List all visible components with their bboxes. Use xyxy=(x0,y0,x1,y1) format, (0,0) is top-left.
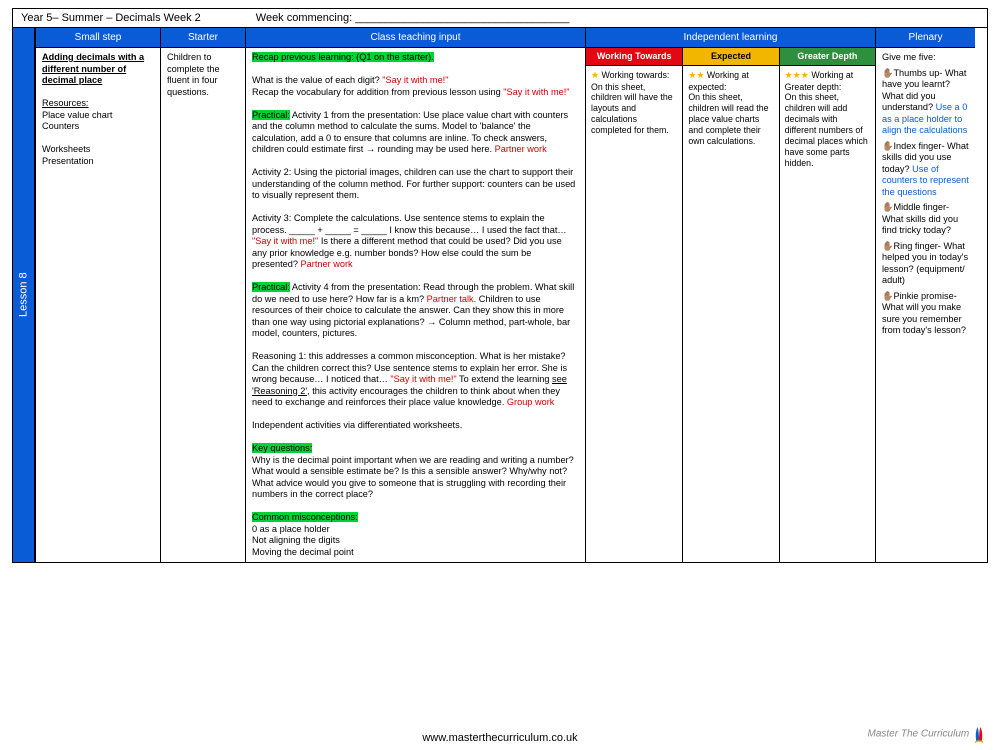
plenary-title: Give me five: xyxy=(882,52,969,64)
say-it-with-me: "Say it with me!" xyxy=(382,75,448,85)
gd-text: On this sheet, children will add decimal… xyxy=(785,92,868,168)
plenary-prompt: ✋🏽Ring finger- What helped you in today'… xyxy=(882,241,969,287)
col-smallstep: Small step xyxy=(35,28,160,48)
brand-watermark: Master The Curriculum xyxy=(868,724,986,744)
plenary-prompt: ✋🏽Middle finger- What skills did you fin… xyxy=(882,202,969,237)
misconception: Not aligning the digits xyxy=(252,535,579,547)
plenary-prompt: ✋🏽Pinkie promise- What will you make sur… xyxy=(882,291,969,337)
week-commencing: Week commencing: _______________________… xyxy=(256,12,570,24)
resource-item: Worksheets xyxy=(42,144,154,156)
resource-item: Presentation xyxy=(42,156,154,168)
key-questions: Why is the decimal point important when … xyxy=(252,455,579,501)
columns-grid: Small step Starter Class teaching input … xyxy=(35,28,987,562)
working-towards-head: Working Towards xyxy=(586,48,682,66)
document-header: Year 5– Summer – Decimals Week 2 Week co… xyxy=(13,9,987,28)
resource-item: Place value chart xyxy=(42,110,154,122)
practical-label: Practical: xyxy=(252,110,290,120)
independent-cell: Working Towards Expected Greater Depth ★… xyxy=(585,48,875,562)
teaching-text: Activity 3: Complete the calculations. U… xyxy=(252,213,567,235)
step-title: Adding decimals with a different number … xyxy=(42,52,154,87)
differentiation-grid: Working Towards Expected Greater Depth ★… xyxy=(586,48,875,562)
greater-depth-cell: ★★★ Working at Greater depth: On this sh… xyxy=(779,66,875,562)
resource-item: Counters xyxy=(42,121,154,133)
partner-work: Partner work xyxy=(495,144,547,154)
group-work: Group work xyxy=(507,397,555,407)
brand-text: Master The Curriculum xyxy=(868,729,970,740)
misconception: Moving the decimal point xyxy=(252,547,579,559)
star-icon: ★ xyxy=(591,70,599,80)
misconceptions-label: Common misconceptions: xyxy=(252,512,358,522)
teaching-cell: Recap previous learning: (Q1 on the star… xyxy=(245,48,585,562)
lesson-plan: Year 5– Summer – Decimals Week 2 Week co… xyxy=(12,8,988,563)
col-plenary: Plenary xyxy=(875,28,975,48)
teaching-text: Recap the vocabulary for addition from p… xyxy=(252,87,503,97)
wt-intro: Working towards: xyxy=(599,70,669,80)
partner-work: Partner work xyxy=(301,259,353,269)
plenary-cell: Give me five: ✋🏽Thumbs up- What have you… xyxy=(875,48,975,562)
teaching-text: What is the value of each digit? xyxy=(252,75,382,85)
term-title: Year 5– Summer – Decimals Week 2 xyxy=(21,12,201,24)
teaching-text: To extend the learning xyxy=(457,374,552,384)
working-towards-cell: ★ Working towards: On this sheet, childr… xyxy=(586,66,682,562)
teaching-text: Independent activities via differentiate… xyxy=(252,420,579,432)
lesson-number-tab: Lesson 8 xyxy=(13,28,35,562)
recap-heading: Recap previous learning: (Q1 on the star… xyxy=(252,52,434,62)
expected-cell: ★★ Working at expected: On this sheet, c… xyxy=(682,66,778,562)
say-it-with-me: "Say it with me!" xyxy=(503,87,569,97)
ex-text: On this sheet, children will read the pl… xyxy=(688,92,768,146)
key-questions-label: Key questions: xyxy=(252,443,312,453)
greater-depth-head: Greater Depth xyxy=(779,48,875,66)
resources-label: Resources: xyxy=(42,98,154,110)
star-icon: ★★ xyxy=(688,70,704,80)
say-it-with-me: "Say it with me!" xyxy=(390,374,456,384)
say-it-with-me: "Say it with me!" xyxy=(252,236,318,246)
col-starter: Starter xyxy=(160,28,245,48)
starter-cell: Children to complete the fluent in four … xyxy=(160,48,245,562)
wt-text: On this sheet, children will have the la… xyxy=(591,82,673,136)
col-teaching: Class teaching input xyxy=(245,28,585,48)
practical-label: Practical: xyxy=(252,282,290,292)
partner-talk: Partner talk. xyxy=(427,294,477,304)
teaching-text: Activity 2: Using the pictorial images, … xyxy=(252,167,579,202)
star-icon: ★★★ xyxy=(785,70,809,80)
lesson-grid: Lesson 8 Small step Starter Class teachi… xyxy=(13,28,987,562)
brand-logo-icon xyxy=(972,724,986,744)
footer-url: www.masterthecurriculum.co.uk xyxy=(0,732,1000,744)
misconception: 0 as a place holder xyxy=(252,524,579,536)
col-independent: Independent learning xyxy=(585,28,875,48)
smallstep-cell: Adding decimals with a different number … xyxy=(35,48,160,562)
expected-head: Expected xyxy=(682,48,778,66)
